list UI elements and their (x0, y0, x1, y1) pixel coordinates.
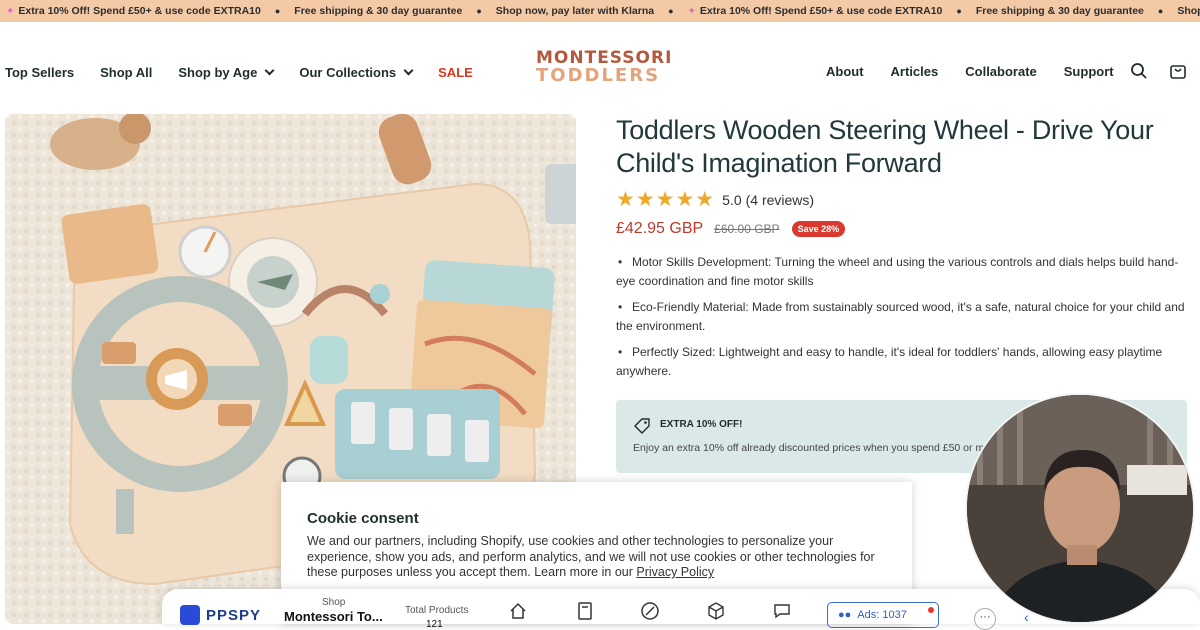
site-logo[interactable]: MONTESSORI TODDLERS (536, 49, 671, 85)
ads-button[interactable]: ●● Ads: 1037 (827, 602, 939, 628)
tag-icon (634, 418, 650, 434)
privacy-policy-link[interactable]: Privacy Policy (636, 565, 714, 579)
page-icon[interactable] (575, 601, 595, 621)
feature-item: • Eco-Friendly Material: Made from sustai… (616, 300, 1185, 333)
text-cursor-icon: Ι (899, 153, 903, 169)
chat-icon[interactable] (772, 601, 792, 621)
announcement-item: Free shipping & 30 day guarantee (294, 5, 463, 17)
cookie-text: We and our partners, including Shopify, … (307, 534, 875, 579)
announcement-item: Shop now, pay later with Klarna (1177, 5, 1200, 17)
social-icons: ●● (838, 609, 852, 621)
ppspy-logo: PPSPY (180, 605, 261, 625)
home-icon[interactable] (508, 601, 528, 621)
nav-collaborate[interactable]: Collaborate (965, 64, 1037, 79)
promo-text: Enjoy an extra 10% off already discounte… (633, 442, 985, 454)
shop-label: Shop (322, 597, 346, 608)
total-products-value: 121 (426, 619, 443, 630)
product-rating[interactable]: ★★★★★ 5.0 (4 reviews) (616, 187, 814, 212)
box-icon[interactable] (706, 601, 726, 621)
current-price: £42.95 GBP (616, 220, 704, 237)
product-title: Toddlers Wooden Steering Wheel - Drive Y… (616, 115, 1154, 178)
cookie-title: Cookie consent (307, 510, 419, 527)
sparkle-icon: ✦ (6, 5, 15, 17)
product-features: • Motor Skills Development: Turning the w… (616, 253, 1186, 388)
star-rating-icon: ★★★★★ (616, 188, 716, 211)
chevron-down-icon (403, 65, 414, 76)
ppspy-logo-icon (180, 605, 200, 625)
discount-icon[interactable] (640, 601, 660, 621)
main-nav-right: About Articles Collaborate Support (826, 64, 1141, 79)
nav-sale[interactable]: SALE (438, 65, 473, 80)
shop-name[interactable]: Montessori To... (284, 609, 383, 624)
announcement-item: Free shipping & 30 day guarantee (975, 5, 1144, 17)
nav-our-collections[interactable]: Our Collections (299, 65, 414, 80)
sparkle-icon: ✦ (687, 5, 696, 17)
feature-item: • Motor Skills Development: Turning the w… (616, 255, 1179, 288)
nav-shop-by-age[interactable]: Shop by Age (178, 65, 275, 80)
nav-shop-all[interactable]: Shop All (100, 65, 152, 80)
nav-about[interactable]: About (826, 64, 864, 79)
notification-dot (928, 607, 934, 613)
presenter-video (967, 395, 1193, 622)
webcam-overlay (965, 393, 1195, 624)
feature-item: • Perfectly Sized: Lightweight and easy t… (616, 345, 1163, 378)
cart-icon[interactable] (1169, 62, 1187, 80)
announcement-item: Shop now, pay later with Klarna (495, 5, 655, 17)
original-price: £60.00 GBP (714, 222, 780, 236)
nav-articles[interactable]: Articles (891, 64, 939, 79)
chevron-down-icon (264, 65, 275, 76)
nav-support[interactable]: Support (1064, 64, 1114, 79)
announcement-bar: ✦ Extra 10% Off! Spend £50+ & use code EX… (0, 0, 1200, 22)
main-nav-left: Top Sellers Shop All Shop by Age Our Col… (5, 65, 499, 80)
announcement-item: ✦ Extra 10% Off! Spend £50+ & use code EX… (687, 5, 943, 17)
more-options-button[interactable]: ··· (974, 608, 996, 630)
save-badge: Save 28% (791, 221, 846, 237)
price-row: £42.95 GBP £60.00 GBP Save 28% (616, 220, 846, 238)
promo-heading: EXTRA 10% OFF! (660, 419, 743, 430)
search-icon[interactable] (1130, 62, 1148, 80)
announcement-item: ✦ Extra 10% Off! Spend £50+ & use code EX… (6, 5, 261, 17)
nav-top-sellers[interactable]: Top Sellers (5, 65, 74, 80)
reviews-link[interactable]: (4 reviews) (746, 192, 814, 208)
total-products-label: Total Products (405, 605, 469, 616)
